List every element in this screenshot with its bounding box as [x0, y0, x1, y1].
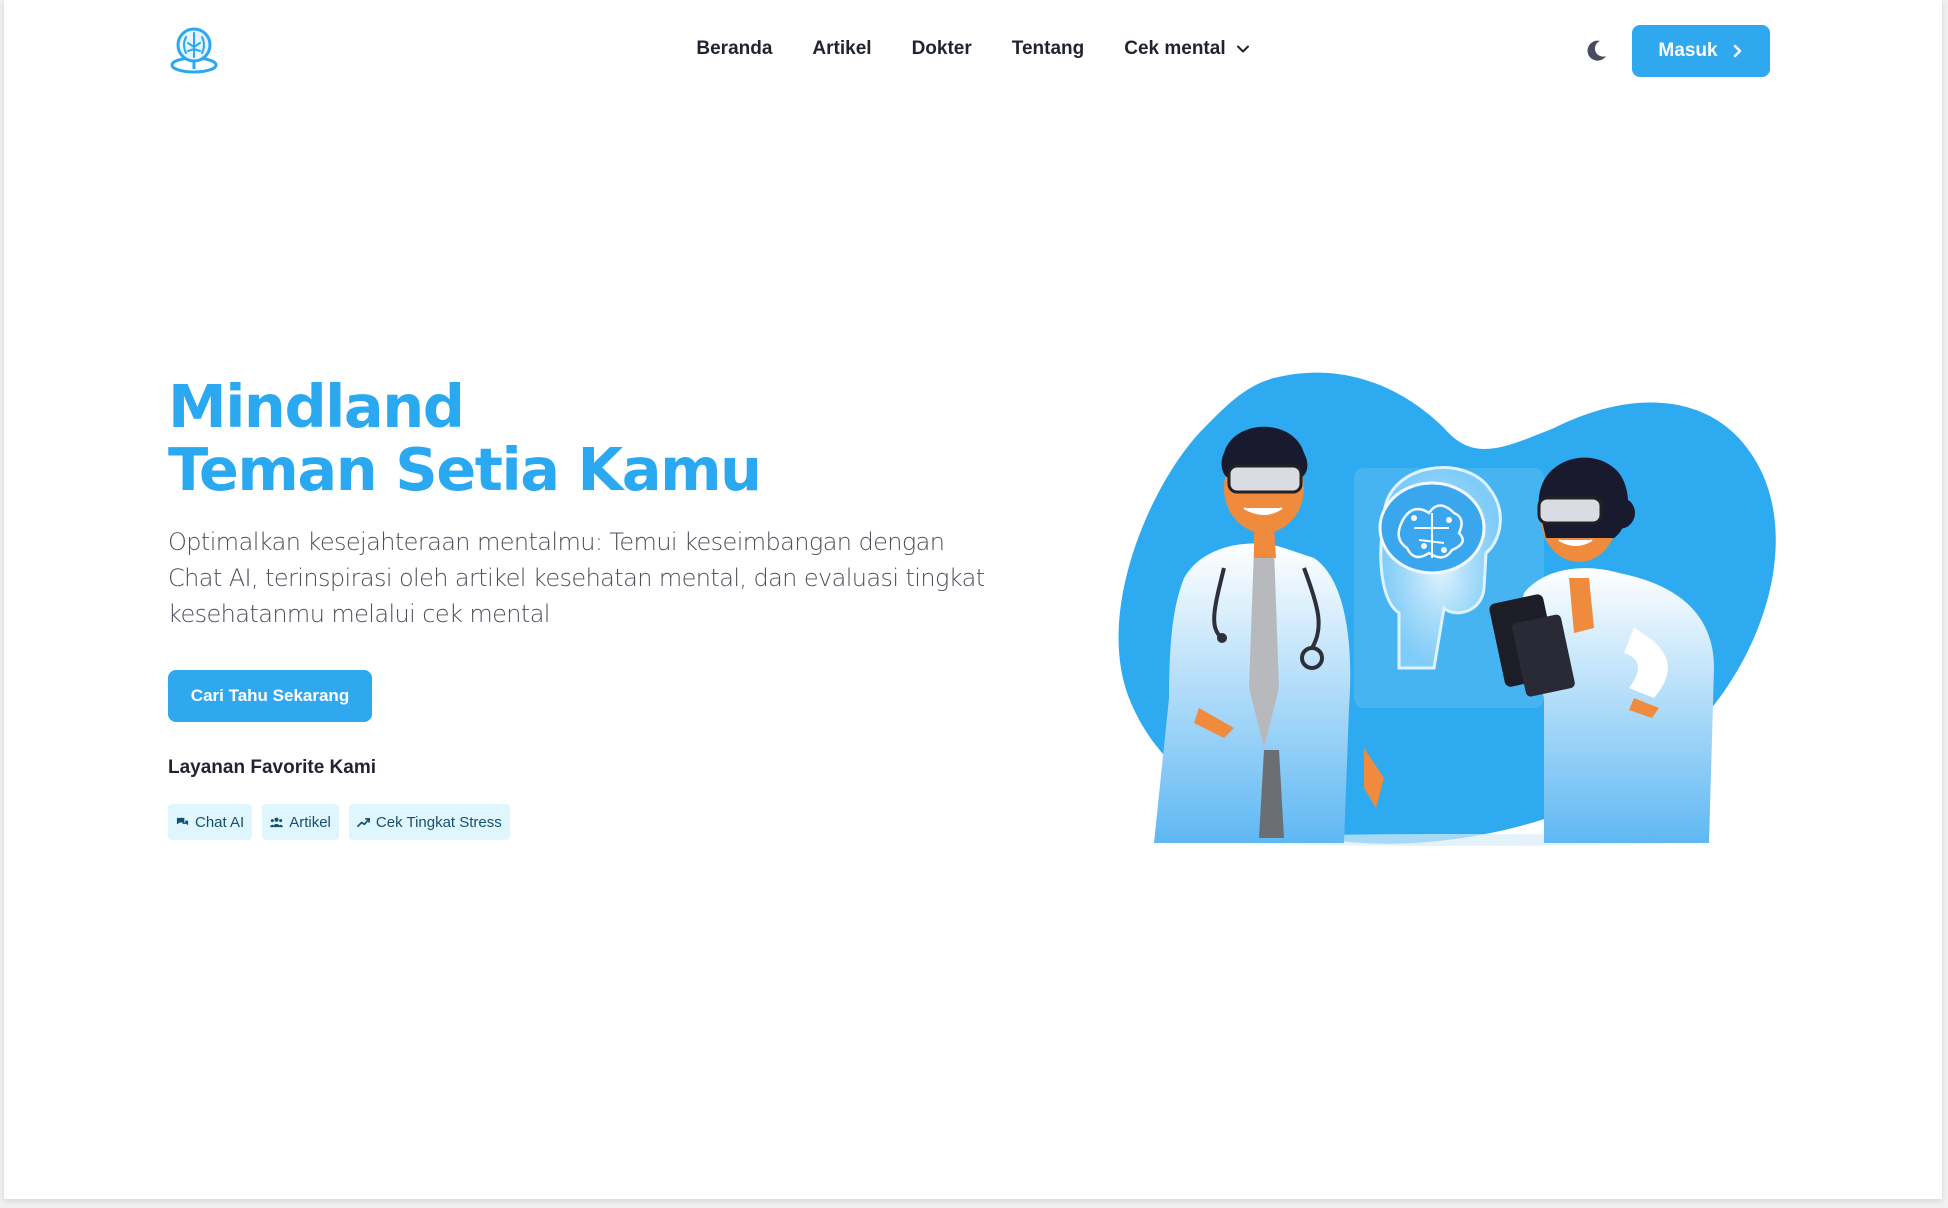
chevron-down-icon [1236, 45, 1249, 53]
chevron-right-icon [1733, 44, 1741, 58]
service-chip-artikel[interactable]: Artikel [262, 804, 339, 840]
trend-up-icon [356, 817, 370, 827]
chip-label: Cek Tingkat Stress [375, 813, 502, 831]
theme-toggle-button[interactable] [1582, 37, 1610, 65]
moon-icon [1587, 40, 1606, 61]
nav-dropdown-cek-mental[interactable]: Cek mental [1124, 38, 1249, 60]
hero-title-line2: Teman Setia Kamu [168, 435, 762, 504]
nav-link-artikel[interactable]: Artikel [812, 38, 871, 60]
hero-illustration [1114, 368, 1784, 848]
page: Beranda Artikel Dokter Tentang Cek menta… [4, 0, 1942, 1199]
service-chip-chat-ai[interactable]: Chat AI [168, 804, 253, 840]
hero-title: Mindland Teman Setia Kamu [168, 372, 762, 504]
nav-link-tentang[interactable]: Tentang [1012, 38, 1084, 60]
services-heading: Layanan Favorite Kami [168, 757, 377, 778]
navbar: Beranda Artikel Dokter Tentang Cek menta… [4, 0, 1942, 104]
services-chips: Chat AI Artikel Cek Tingkat Stress [168, 804, 510, 840]
cta-button[interactable]: Cari Tahu Sekarang [168, 670, 372, 722]
users-icon [270, 817, 284, 827]
nav-dropdown-label: Cek mental [1124, 38, 1226, 59]
chip-label: Artikel [289, 813, 331, 831]
nav-link-beranda[interactable]: Beranda [696, 38, 772, 60]
login-button[interactable]: Masuk [1632, 25, 1770, 77]
login-button-label: Masuk [1658, 40, 1718, 61]
nav-link-dokter[interactable]: Dokter [912, 38, 972, 60]
chat-icon [176, 817, 189, 825]
hero-title-line1: Mindland [168, 372, 465, 441]
hero-description: Optimalkan kesejahteraan mentalmu: Temui… [168, 528, 985, 628]
service-chip-cek-tingkat-stress[interactable]: Cek Tingkat Stress [348, 804, 510, 840]
chip-label: Chat AI [195, 813, 245, 831]
